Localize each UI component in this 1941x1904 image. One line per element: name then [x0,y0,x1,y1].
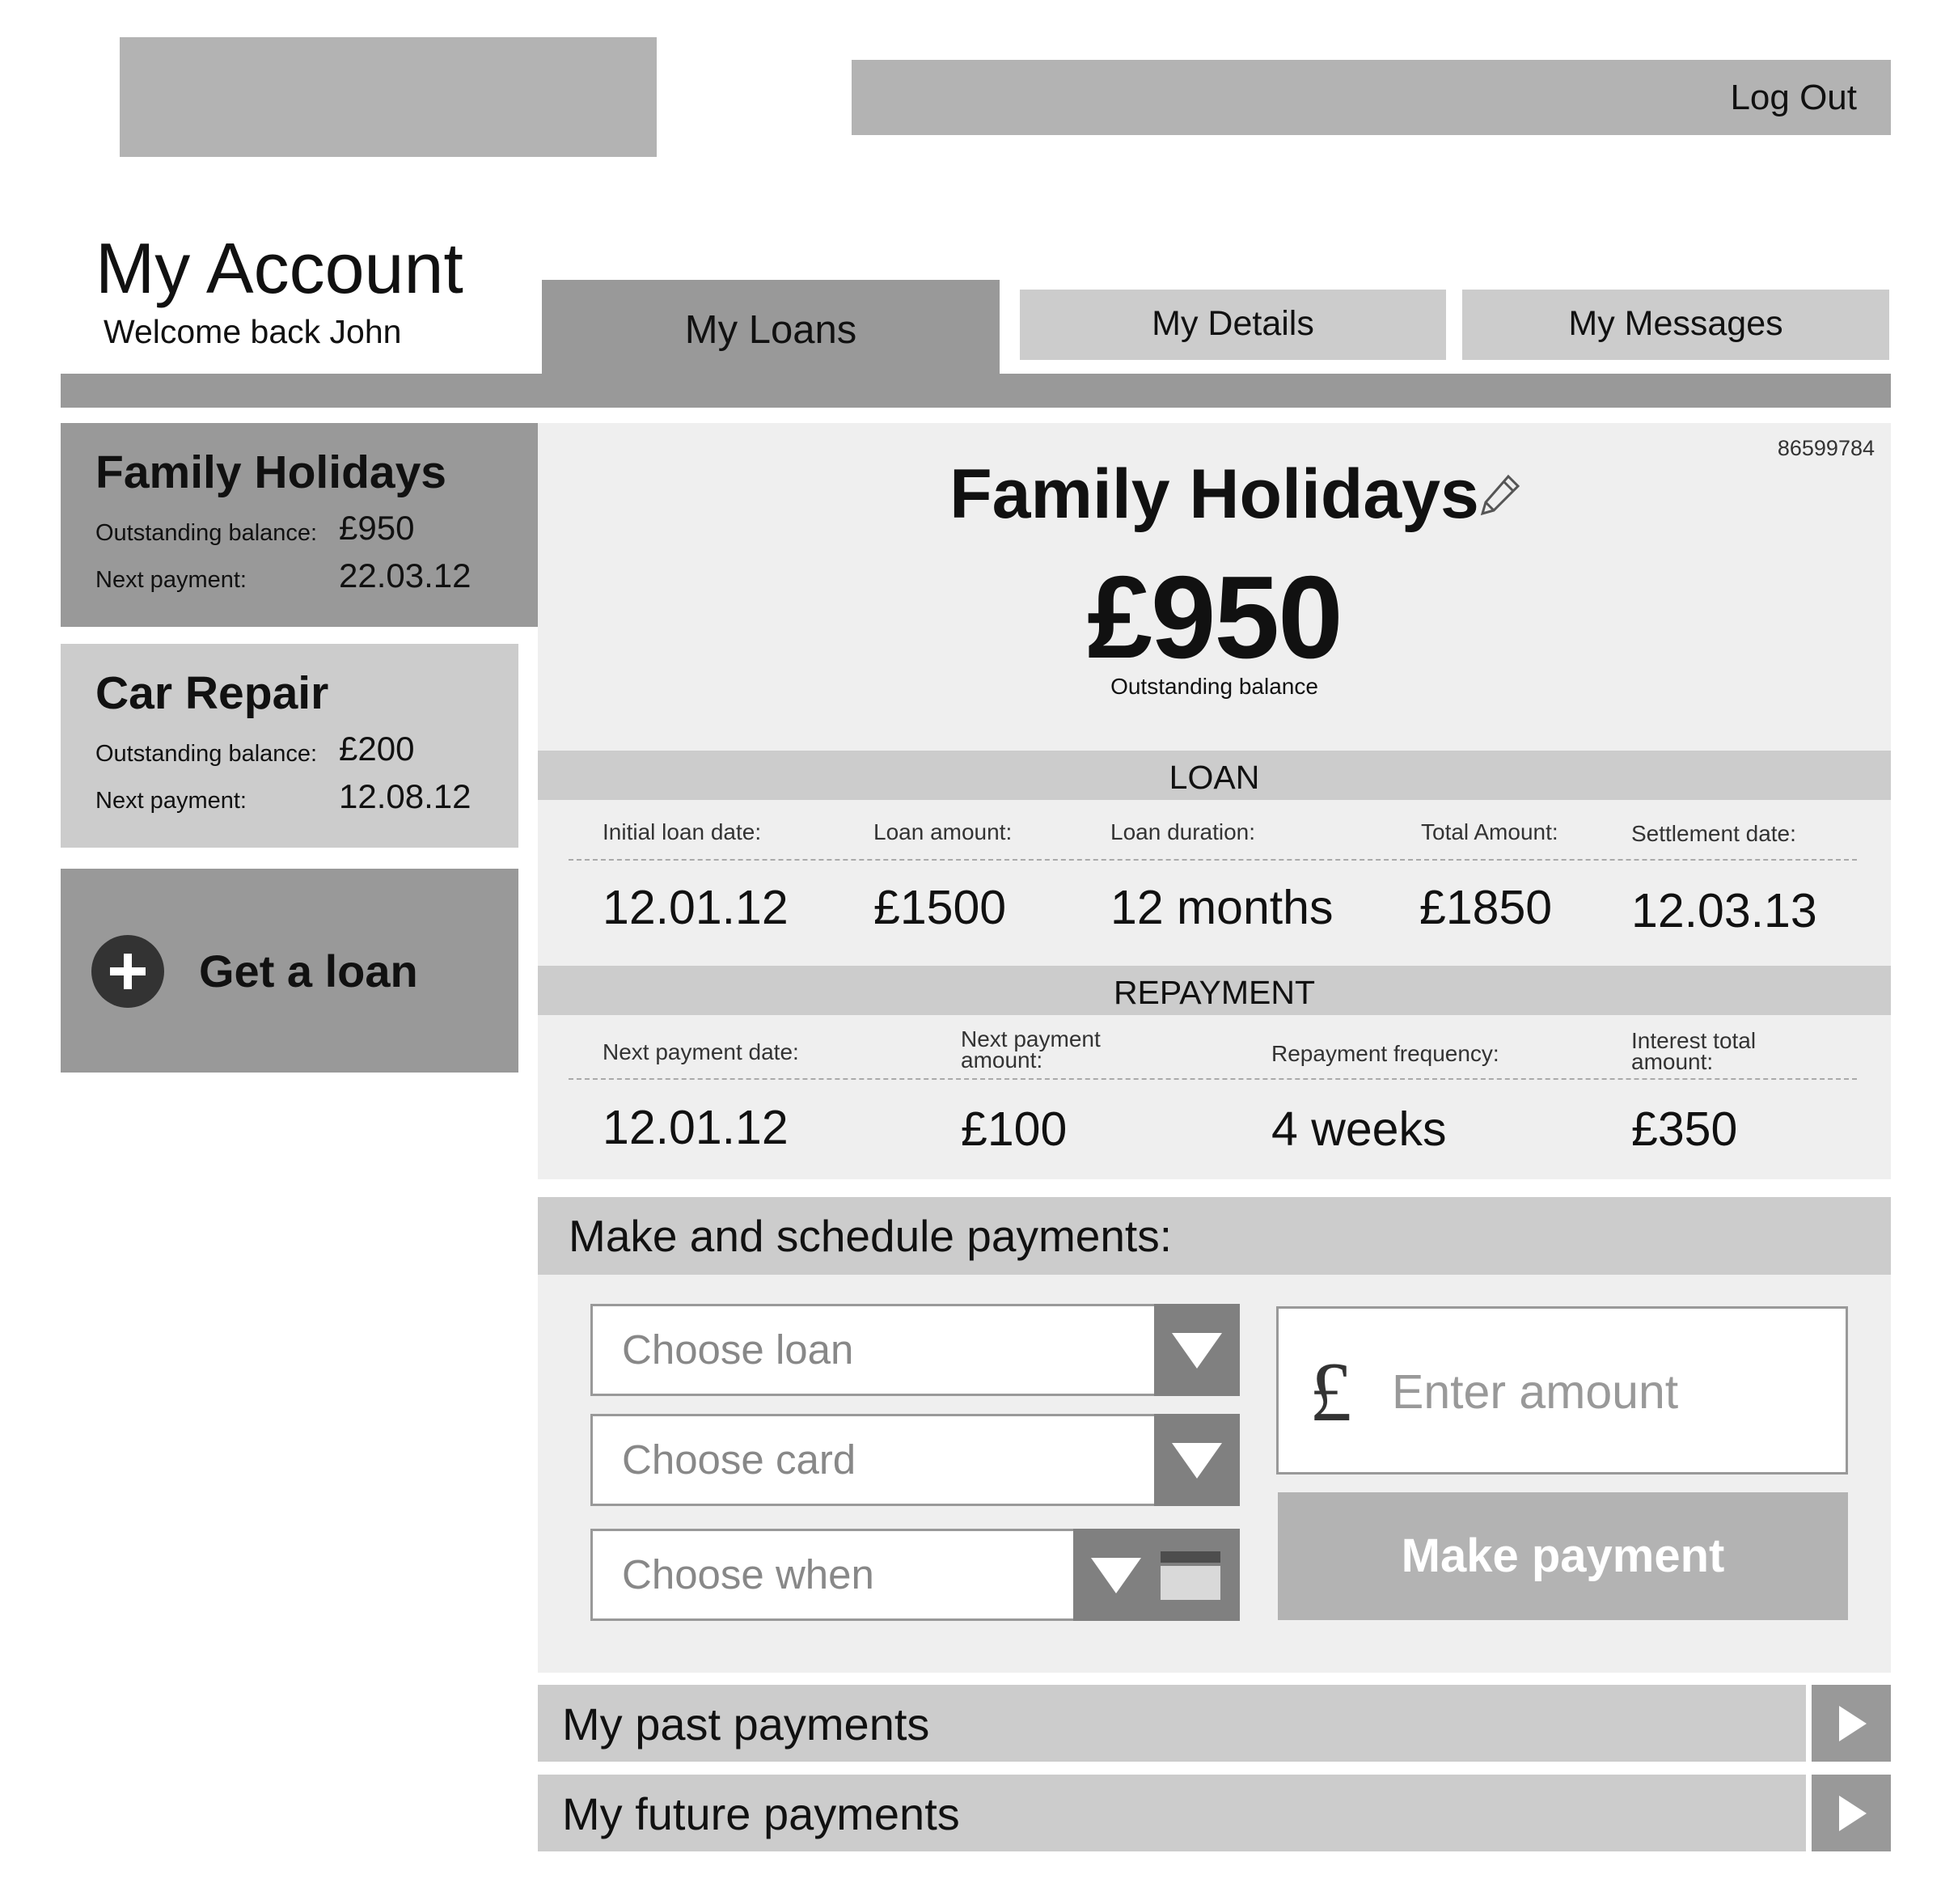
choose-card-select[interactable]: Choose card [590,1414,1240,1506]
settlement-date-label: Settlement date: [1631,821,1796,846]
make-payment-button[interactable]: Make payment [1278,1492,1848,1620]
outstanding-balance-label: Outstanding balance [1110,674,1318,699]
choose-loan-select[interactable]: Choose loan [590,1304,1240,1396]
loan-amount-value: £1500 [873,881,1007,934]
loan-card-next-label: Next payment: [95,567,247,593]
loan-card-balance-label: Outstanding balance: [95,741,318,767]
chevron-right-icon [1839,1706,1867,1741]
loan-section-body: Initial loan date: Loan amount: Loan dur… [538,800,1891,966]
interest-total-value: £350 [1631,1102,1738,1156]
chevron-down-icon [1091,1558,1141,1593]
dropdown-button[interactable] [1154,1414,1240,1506]
tab-underline-bar [61,374,1891,408]
chevron-right-icon [1839,1796,1867,1831]
choose-when-select[interactable]: Choose when [590,1529,1240,1621]
logo-placeholder [120,37,657,157]
loan-card-balance-label: Outstanding balance: [95,520,318,546]
pencil-icon[interactable] [1476,470,1524,518]
loan-amount-label: Loan amount: [873,819,1013,844]
repayment-section-header: REPAYMENT [538,966,1891,1015]
repayment-frequency-label: Repayment frequency: [1271,1041,1499,1066]
next-payment-date-value: 12.01.12 [603,1101,789,1154]
get-a-loan-label: Get a loan [199,946,418,996]
past-payments-toggle[interactable]: My past payments [538,1685,1806,1762]
repayment-frequency-value: 4 weeks [1271,1102,1447,1156]
logout-link[interactable]: Log Out [1730,60,1857,135]
loan-section-header: LOAN [538,751,1891,800]
top-bar: Log Out [852,60,1891,135]
initial-loan-date-value: 12.01.12 [603,881,789,934]
total-amount-value: £1850 [1419,881,1553,934]
chevron-down-icon [1172,1333,1222,1369]
choose-loan-placeholder: Choose loan [622,1326,854,1373]
loan-card-next-label: Next payment: [95,788,247,814]
sidebar-loan-family-holidays[interactable]: Family Holidays Outstanding balance: £95… [61,423,611,627]
next-payment-date-label: Next payment date: [603,1039,799,1064]
chevron-down-icon [1172,1443,1222,1479]
loan-card-balance: £200 [339,730,415,768]
interest-total-label-line2: amount: [1631,1049,1714,1074]
future-payments-expand[interactable] [1812,1775,1891,1851]
loan-duration-value: 12 months [1110,881,1334,934]
loan-card-title: Car Repair [95,667,329,719]
get-a-loan-button[interactable]: Get a loan [61,869,518,1073]
choose-card-placeholder: Choose card [622,1436,856,1483]
plus-circle-icon [91,935,164,1008]
page-title: My Account [95,228,463,308]
repayment-section-body: Next payment date: Next payment amount: … [538,1015,1891,1179]
past-payments-expand[interactable] [1812,1685,1891,1762]
loan-duration-label: Loan duration: [1110,819,1256,844]
calendar-icon [1161,1551,1220,1600]
choose-when-placeholder: Choose when [622,1551,874,1597]
date-picker-button[interactable] [1073,1529,1240,1621]
tab-my-loans[interactable]: My Loans [542,280,1000,374]
loan-card-next: 22.03.12 [339,556,472,594]
loan-card-balance: £950 [339,509,415,547]
total-amount-label: Total Amount: [1421,819,1558,844]
loan-card-next: 12.08.12 [339,777,472,815]
loan-title: Family Holidays [949,455,1479,533]
initial-loan-date-label: Initial loan date: [603,819,762,844]
dropdown-button[interactable] [1154,1304,1240,1396]
amount-placeholder: Enter amount [1392,1365,1679,1419]
pound-sign-icon: £ [1309,1344,1352,1439]
next-payment-amount-label-line2: amount: [961,1047,1043,1073]
next-payment-amount-value: £100 [961,1102,1068,1156]
settlement-date-value: 12.03.13 [1631,884,1817,937]
tab-my-details[interactable]: My Details [1020,290,1446,360]
dashed-divider [569,859,1857,861]
loan-card-title: Family Holidays [95,446,446,498]
future-payments-toggle[interactable]: My future payments [538,1775,1806,1851]
dashed-divider [569,1078,1857,1080]
amount-input[interactable]: £ Enter amount [1276,1306,1848,1475]
loan-summary-panel: 86599784 Family Holidays £950 Outstandin… [538,423,1891,751]
tab-my-messages[interactable]: My Messages [1462,290,1889,360]
sidebar-loan-car-repair[interactable]: Car Repair Outstanding balance: £200 Nex… [61,644,518,848]
payments-header: Make and schedule payments: [538,1197,1891,1275]
welcome-message: Welcome back John [104,313,402,350]
outstanding-balance-amount: £950 [1087,552,1343,683]
